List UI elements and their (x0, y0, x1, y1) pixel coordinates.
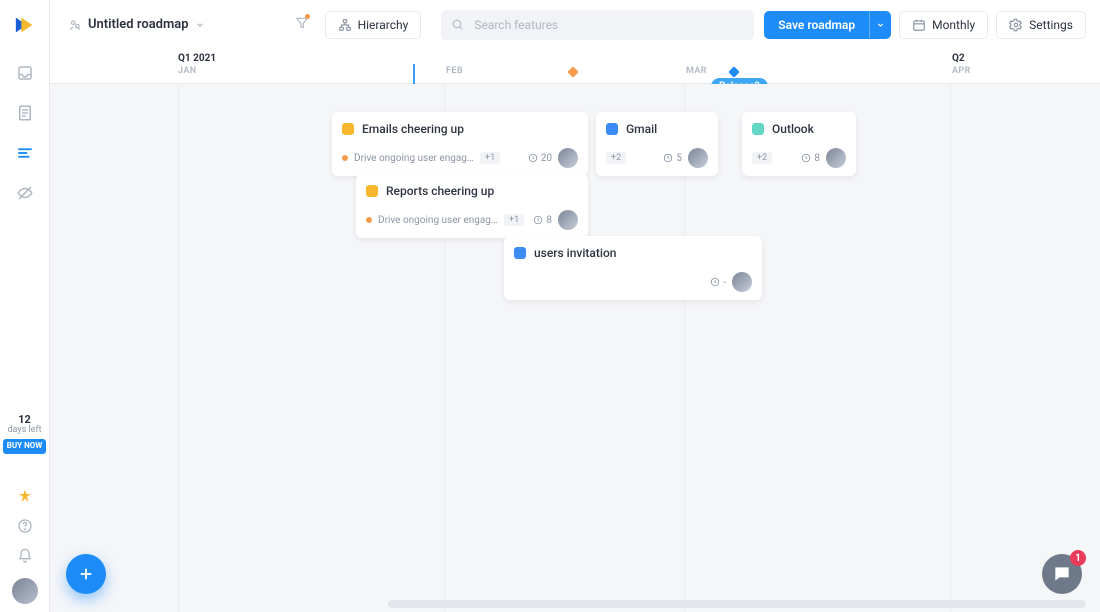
trial-text: days left (7, 426, 41, 436)
plus-icon (77, 565, 95, 583)
color-swatch (366, 185, 378, 197)
feature-card[interactable]: Gmail +2 5 (596, 112, 718, 176)
filter-active-dot (305, 14, 310, 19)
save-roadmap-button[interactable]: Save roadmap (764, 11, 869, 39)
ai-assist-icon[interactable] (17, 488, 33, 504)
feature-card[interactable]: Reports cheering up Drive ongoing user e… (356, 174, 588, 238)
card-tag: Drive ongoing user engagem… (354, 153, 474, 164)
clock-icon (533, 215, 543, 225)
tag-dot (366, 217, 372, 223)
sidebar: 12 days left BUY NOW (0, 0, 50, 612)
month-label: FEB (446, 66, 463, 76)
nav-inbox[interactable] (16, 64, 34, 82)
user-avatar[interactable] (12, 578, 38, 604)
timeline-header: Q1 2021 Q2 JAN FEB MAR APR Release? (50, 50, 1100, 84)
zoom-monthly-button[interactable]: Monthly (899, 11, 988, 39)
card-estimate: 5 (663, 153, 682, 164)
card-title: users invitation (534, 246, 616, 260)
card-estimate: 8 (533, 215, 552, 226)
search-icon (451, 18, 464, 31)
card-estimate: - (710, 277, 726, 288)
filter-icon[interactable] (295, 15, 309, 34)
intercom-badge: 1 (1070, 550, 1086, 566)
roadmap-title: Untitled roadmap (88, 17, 189, 32)
month-label: JAN (178, 66, 197, 76)
card-estimate: 8 (801, 153, 820, 164)
hierarchy-button[interactable]: Hierarchy (325, 11, 422, 39)
color-swatch (606, 123, 618, 135)
month-label: APR (952, 66, 971, 76)
extra-tags-chip[interactable]: +1 (480, 152, 500, 164)
settings-label: Settings (1029, 18, 1073, 32)
card-title: Gmail (626, 122, 657, 136)
clock-icon (528, 153, 538, 163)
extra-tags-chip[interactable]: +2 (752, 152, 772, 164)
top-toolbar: Untitled roadmap Hierarchy Save (50, 0, 1100, 50)
roadmap-title-dropdown[interactable]: Untitled roadmap (68, 15, 205, 34)
card-estimate: 20 (528, 153, 552, 164)
trial-status: 12 days left BUY NOW (0, 414, 49, 454)
extra-tags-chip[interactable]: +2 (606, 152, 626, 164)
notifications-icon[interactable] (17, 548, 33, 564)
hierarchy-label: Hierarchy (358, 18, 409, 32)
horizontal-scrollbar[interactable] (388, 600, 1086, 608)
card-title: Outlook (772, 122, 814, 136)
calendar-icon (912, 18, 926, 32)
card-tag: Drive ongoing user engagem… (378, 215, 498, 226)
card-title: Reports cheering up (386, 184, 494, 198)
clock-icon (801, 153, 811, 163)
chevron-down-icon (195, 15, 205, 34)
add-feature-fab[interactable] (66, 554, 106, 594)
color-swatch (342, 123, 354, 135)
tag-dot (342, 155, 348, 161)
search-input[interactable] (472, 17, 744, 33)
help-icon[interactable] (17, 518, 33, 534)
nav-docs[interactable] (16, 104, 34, 122)
save-roadmap-menu[interactable] (869, 11, 891, 39)
search-box[interactable] (441, 10, 754, 40)
quarter-label: Q2 (952, 53, 965, 64)
assignee-avatar[interactable] (558, 210, 578, 230)
nav-hidden[interactable] (16, 184, 34, 202)
card-title: Emails cheering up (362, 122, 464, 136)
settings-button[interactable]: Settings (996, 11, 1086, 39)
nav-roadmap[interactable] (16, 144, 34, 162)
feature-card[interactable]: Emails cheering up Drive ongoing user en… (332, 112, 588, 176)
zoom-label: Monthly (932, 18, 975, 32)
assignee-avatar[interactable] (558, 148, 578, 168)
clock-icon (663, 153, 673, 163)
color-swatch (752, 123, 764, 135)
chat-icon (1052, 564, 1072, 584)
assignee-avatar[interactable] (688, 148, 708, 168)
extra-tags-chip[interactable]: +1 (504, 214, 524, 226)
month-label: MAR (686, 66, 707, 76)
gear-icon (1009, 18, 1023, 32)
roadmap-icon (68, 18, 82, 32)
buy-now-button[interactable]: BUY NOW (3, 439, 46, 454)
roadmap-canvas[interactable]: Emails cheering up Drive ongoing user en… (50, 84, 1100, 612)
quarter-label: Q1 2021 (178, 53, 216, 64)
intercom-launcher[interactable]: 1 (1042, 554, 1082, 594)
milestone-marker[interactable] (567, 66, 578, 77)
clock-icon (710, 277, 720, 287)
feature-card[interactable]: Outlook +2 8 (742, 112, 856, 176)
milestone-marker[interactable] (728, 66, 739, 77)
app-logo[interactable] (0, 0, 50, 50)
assignee-avatar[interactable] (732, 272, 752, 292)
feature-card[interactable]: users invitation - (504, 236, 762, 300)
assignee-avatar[interactable] (826, 148, 846, 168)
color-swatch (514, 247, 526, 259)
